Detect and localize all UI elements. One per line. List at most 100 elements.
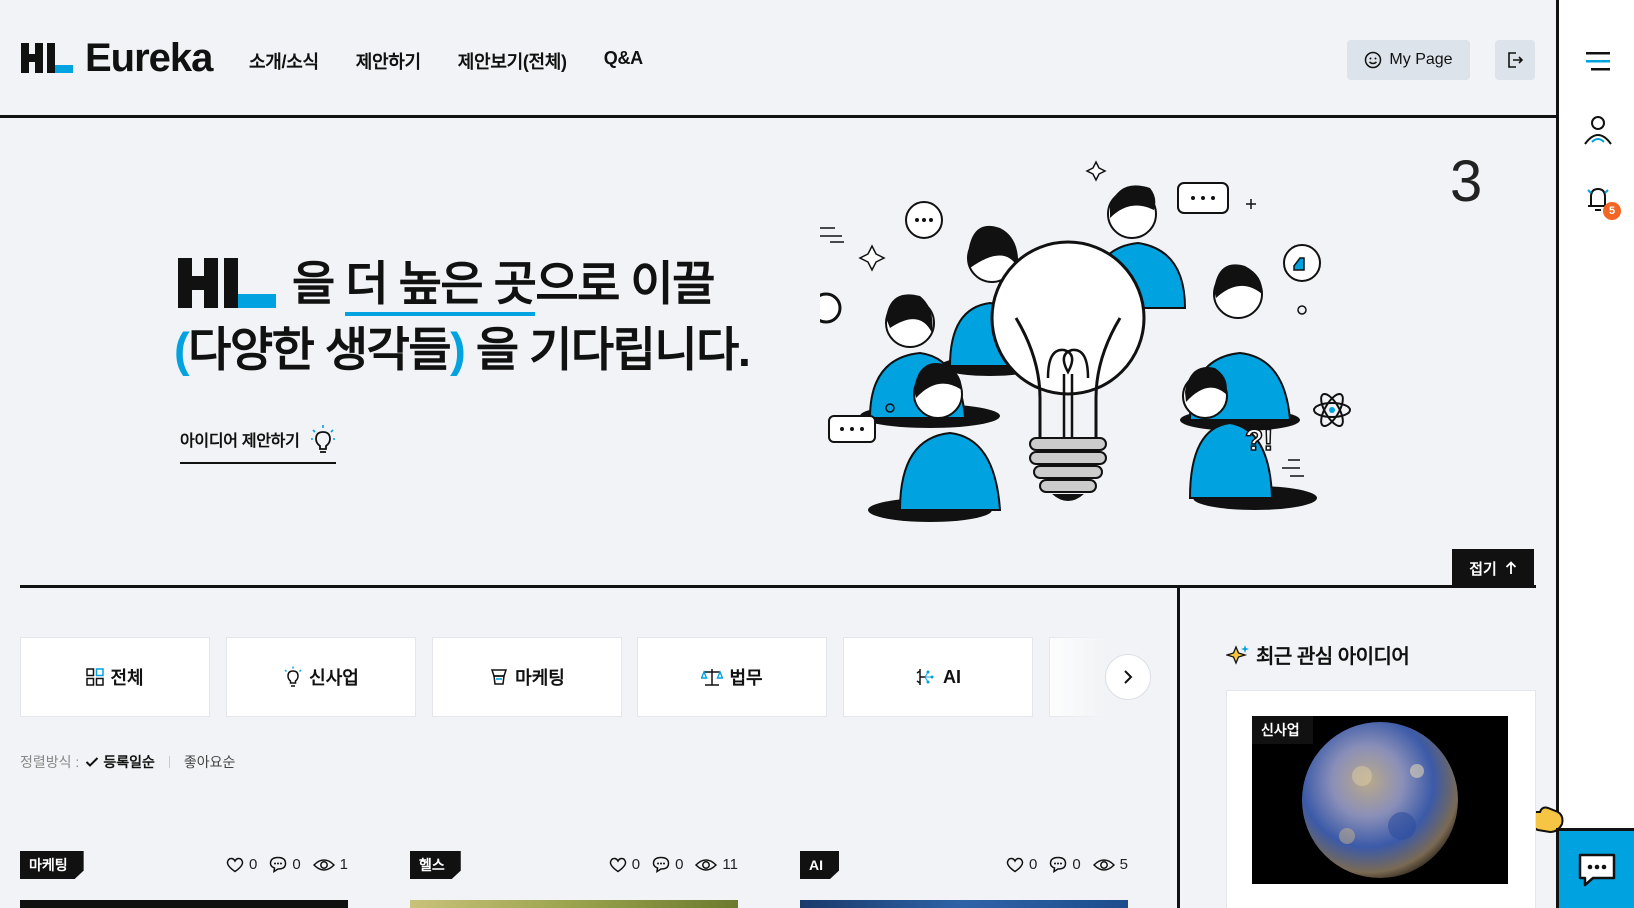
slide-number: 3 bbox=[1450, 149, 1483, 214]
sort-active-label: 등록일순 bbox=[103, 754, 155, 770]
category-label: 마케팅 bbox=[515, 668, 565, 688]
comment-stat: 0 bbox=[1049, 856, 1081, 873]
lightbulb-icon bbox=[310, 425, 335, 453]
hero-text-highlight: 더 높은 곳 bbox=[345, 256, 537, 316]
like-stat[interactable]: 0 bbox=[226, 856, 257, 873]
like-stat[interactable]: 0 bbox=[1006, 856, 1037, 873]
profile-button[interactable] bbox=[1579, 111, 1617, 149]
hero-text-1a: 을 bbox=[292, 256, 346, 310]
heart-icon bbox=[226, 857, 244, 872]
notification-badge: 5 bbox=[1603, 202, 1621, 220]
svg-text:?!: ?! bbox=[1245, 424, 1273, 457]
smile-icon bbox=[1365, 51, 1382, 69]
like-count: 0 bbox=[631, 856, 641, 873]
sort-label: 정렬방식 : bbox=[20, 754, 80, 770]
chevron-right-icon bbox=[1124, 670, 1133, 684]
category-label: 전체 bbox=[110, 668, 144, 688]
like-count: 0 bbox=[248, 856, 258, 873]
nav-propose[interactable]: 제안하기 bbox=[356, 48, 421, 74]
logout-button[interactable] bbox=[1495, 40, 1535, 80]
nav-view-all[interactable]: 제안보기(전체) bbox=[458, 48, 567, 74]
category-all[interactable]: 전체 bbox=[20, 637, 210, 717]
comment-icon bbox=[270, 856, 287, 873]
sort-by-likes[interactable]: 좋아요순 bbox=[184, 752, 236, 772]
idea-link-label: 아이디어 제안하기 bbox=[180, 433, 300, 450]
comment-count: 0 bbox=[675, 856, 684, 873]
sort-by-date[interactable]: 등록일순 bbox=[85, 752, 155, 772]
view-count: 1 bbox=[339, 856, 348, 873]
hero-text-2c: 을 기다립니다. bbox=[464, 323, 751, 376]
comment-icon bbox=[652, 856, 670, 873]
nav-about[interactable]: 소개/소식 bbox=[249, 48, 319, 74]
main-nav: 소개/소식 제안하기 제안보기(전체) Q&A bbox=[249, 48, 643, 74]
lightbulb-icon bbox=[284, 666, 302, 687]
logo[interactable]: Eureka bbox=[21, 36, 213, 80]
recent-card-tag: 신사업 bbox=[1252, 716, 1313, 744]
mypage-label: My Page bbox=[1389, 51, 1453, 68]
category-new-business[interactable]: 신사업 bbox=[226, 637, 416, 717]
card-tag: 헬스 bbox=[410, 851, 461, 879]
mypage-button[interactable]: My Page bbox=[1347, 40, 1470, 80]
category-label: 법무 bbox=[729, 668, 763, 688]
top-header: Eureka 소개/소식 제안하기 제안보기(전체) Q&A My Page bbox=[0, 0, 1556, 118]
heart-icon bbox=[1006, 857, 1024, 872]
recent-idea-image: 신사업 bbox=[1252, 716, 1508, 884]
hero-headline-line2: (다양한 생각들) 을 기다립니다. bbox=[174, 323, 751, 376]
category-next-button[interactable] bbox=[1105, 654, 1151, 700]
card-thumbnail bbox=[410, 900, 738, 908]
heart-icon bbox=[609, 857, 626, 872]
category-marketing[interactable]: 마케팅 bbox=[432, 637, 622, 717]
card-tag: 마케팅 bbox=[20, 851, 84, 879]
paren-close: ) bbox=[450, 323, 466, 376]
comment-count: 0 bbox=[292, 856, 301, 873]
sort-bar: 정렬방식 : 등록일순 좋아요순 bbox=[20, 752, 235, 772]
arrow-up-icon bbox=[1505, 561, 1516, 574]
card-stats: 0 0 11 bbox=[609, 856, 738, 873]
chat-icon bbox=[1578, 853, 1615, 886]
chat-button[interactable] bbox=[1556, 828, 1634, 908]
view-count: 11 bbox=[722, 856, 738, 873]
recent-idea-card[interactable]: 신사업 bbox=[1226, 690, 1536, 908]
logo-text: Eureka bbox=[85, 36, 213, 80]
card-stats: 0 0 5 bbox=[1006, 856, 1128, 873]
hero-headline-line1: 을 더 높은 곳으로 이끌 bbox=[178, 256, 715, 316]
view-stat: 5 bbox=[1092, 856, 1128, 873]
hero-banner: 을 더 높은 곳으로 이끌 (다양한 생각들) 을 기다립니다. 아이디어 제안… bbox=[0, 118, 1556, 588]
view-count: 5 bbox=[1119, 856, 1128, 873]
comment-icon bbox=[1050, 856, 1067, 873]
sort-separator bbox=[168, 756, 170, 768]
hero-text-1c: 으로 이끌 bbox=[535, 256, 715, 310]
fold-label: 접기 bbox=[1469, 560, 1497, 578]
sparkle-icon bbox=[1226, 644, 1249, 665]
notification-button[interactable]: 5 bbox=[1579, 180, 1621, 220]
comment-stat: 0 bbox=[269, 856, 301, 873]
megaphone-icon bbox=[491, 669, 508, 685]
menu-icon bbox=[1586, 52, 1610, 71]
fold-button[interactable]: 접기 bbox=[1452, 549, 1534, 587]
view-stat: 1 bbox=[312, 856, 348, 873]
hero-illustration: ?! bbox=[820, 160, 1351, 522]
recent-title-text: 최근 관심 아이디어 bbox=[1256, 646, 1410, 668]
logout-icon bbox=[1508, 52, 1524, 68]
view-stat: 11 bbox=[695, 856, 738, 873]
check-icon bbox=[86, 757, 99, 767]
menu-button[interactable] bbox=[1579, 42, 1617, 80]
hl-brand-mark bbox=[178, 258, 276, 308]
comment-stat: 0 bbox=[652, 856, 683, 873]
category-legal[interactable]: 법무 bbox=[637, 637, 827, 717]
eye-icon bbox=[312, 858, 335, 871]
grid-icon bbox=[86, 668, 105, 686]
column-divider bbox=[1177, 588, 1180, 908]
paren-open: ( bbox=[174, 323, 190, 376]
hl-logo-mark bbox=[21, 43, 73, 73]
like-count: 0 bbox=[1028, 856, 1038, 873]
section-divider bbox=[20, 585, 1536, 588]
category-ai[interactable]: AI bbox=[843, 637, 1033, 717]
scale-icon bbox=[701, 669, 724, 686]
hero-text-2b: 다양한 생각들 bbox=[188, 323, 452, 376]
like-stat[interactable]: 0 bbox=[609, 856, 640, 873]
eye-icon bbox=[1092, 858, 1115, 871]
idea-propose-link[interactable]: 아이디어 제안하기 bbox=[180, 424, 336, 464]
comment-count: 0 bbox=[1072, 856, 1081, 873]
nav-qna[interactable]: Q&A bbox=[604, 48, 643, 74]
